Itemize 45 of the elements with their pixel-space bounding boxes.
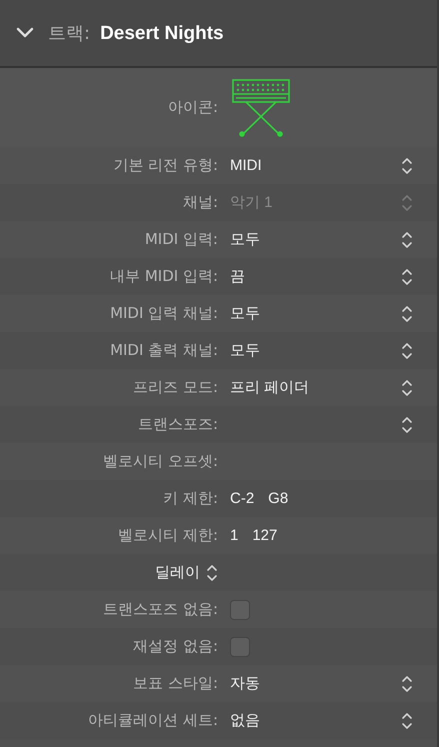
field-label: 벨로시티 제한:: [117, 526, 218, 545]
track-name: Desert Nights: [100, 23, 224, 45]
range-value[interactable]: 1: [230, 527, 238, 544]
popup-value[interactable]: 프리 페이더: [230, 378, 310, 397]
chevron-icon[interactable]: [16, 27, 34, 39]
header-label: 트랙:: [48, 22, 90, 45]
field-label: 아티큘레이션 세트:: [87, 711, 218, 730]
field-label: 기본 리전 유형:: [112, 156, 218, 175]
keyboard-stand-icon[interactable]: [232, 78, 290, 136]
stepper-icon[interactable]: [401, 156, 413, 176]
field-label: 프리즈 모드:: [132, 378, 218, 397]
range-value[interactable]: 127: [252, 527, 278, 544]
field-label: MIDI 입력 채널:: [109, 304, 218, 323]
checkbox[interactable]: [230, 636, 250, 656]
stepper-icon[interactable]: [401, 378, 413, 398]
range-value[interactable]: G8: [268, 490, 288, 507]
field-label: 재설정 없음:: [132, 637, 218, 656]
stepper-icon[interactable]: [401, 674, 413, 694]
field-label: MIDI 입력:: [144, 230, 218, 249]
popup-value[interactable]: 모두: [230, 230, 260, 249]
range-value[interactable]: C-2: [230, 490, 254, 507]
stepper-icon[interactable]: [401, 304, 413, 324]
stepper-icon[interactable]: [206, 562, 218, 582]
field-label: 키 제한:: [162, 489, 218, 508]
checkbox[interactable]: [230, 600, 250, 620]
field-label: 아이콘:: [166, 98, 218, 117]
stepper-icon[interactable]: [401, 340, 413, 360]
popup-value[interactable]: 없음: [230, 711, 260, 730]
popup-value[interactable]: 끔: [230, 267, 245, 286]
field-label: 트랜스포즈 없음:: [102, 600, 218, 619]
stepper-icon[interactable]: [401, 710, 413, 730]
field-label: MIDI 출력 채널:: [109, 341, 218, 360]
stepper-icon[interactable]: [401, 414, 413, 434]
field-label: 내부 MIDI 입력:: [109, 267, 218, 286]
stepper-icon[interactable]: [401, 266, 413, 286]
popup-value[interactable]: 자동: [230, 674, 260, 693]
field-label: 보표 스타일:: [132, 674, 218, 693]
stepper-icon[interactable]: [401, 230, 413, 250]
field-label: 벨로시티 오프셋:: [102, 452, 218, 471]
popup-value[interactable]: 모두: [230, 304, 260, 323]
section-title[interactable]: 딜레이: [155, 563, 200, 582]
field-label: 채널:: [182, 193, 218, 212]
popup-value[interactable]: MIDI: [230, 157, 262, 174]
field-label: 트랜스포즈:: [136, 415, 218, 434]
popup-value[interactable]: 모두: [230, 341, 260, 360]
